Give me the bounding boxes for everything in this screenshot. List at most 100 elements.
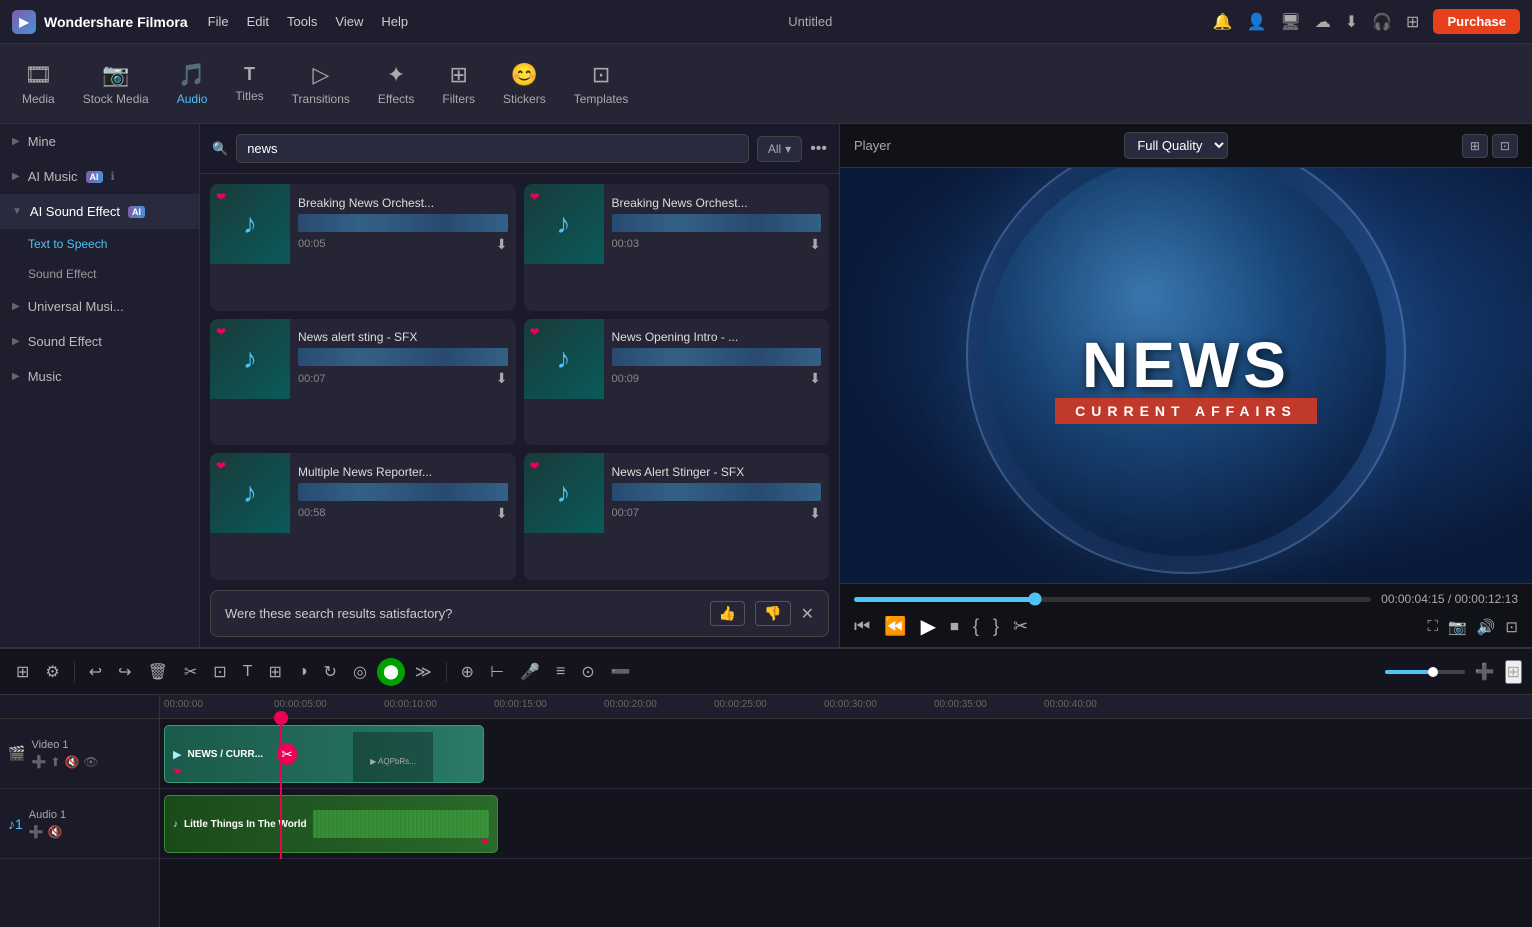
text-button[interactable]: T [237, 659, 259, 685]
tl-snap-button[interactable]: ⊢ [484, 658, 510, 686]
eye-track-icon[interactable]: 👁 [83, 755, 98, 769]
blend-button[interactable]: ◎ [347, 658, 373, 686]
download-btn-5[interactable]: ⬇ [809, 505, 821, 522]
toolbar-item-stickers[interactable]: 😊 Stickers [489, 56, 560, 112]
toolbar-item-titles[interactable]: T Titles [221, 58, 277, 109]
toolbar-item-audio[interactable]: 🎵 Audio [163, 56, 222, 112]
monitor-icon[interactable]: 🖥 [1280, 12, 1300, 32]
menu-file[interactable]: File [208, 14, 229, 29]
timeline-scenes-button[interactable]: ⊞ [10, 658, 35, 686]
toolbar-item-media[interactable]: 🎞 Media [8, 56, 69, 112]
delete-button[interactable]: 🗑 [142, 658, 174, 686]
cloud-upload-icon[interactable]: ☁ [1315, 12, 1331, 32]
fullscreen-button[interactable]: ⛶ [1428, 618, 1439, 636]
menu-edit[interactable]: Edit [247, 14, 269, 29]
progress-track[interactable] [854, 597, 1371, 602]
audio-card-5[interactable]: ❤ ♪ News Alert Stinger - SFX 00:07 ⬇ [524, 453, 830, 580]
crop-button[interactable]: ⊞ [262, 658, 287, 686]
headset-icon[interactable]: 🎧 [1372, 12, 1392, 32]
tl-zoom-in[interactable]: ➕ [1469, 658, 1501, 686]
sidebar-item-ai-music[interactable]: ▶ AI Music AI ℹ [0, 159, 199, 194]
mark-in-button[interactable]: { [973, 616, 979, 637]
thumbdown-button[interactable]: 👎 [755, 601, 790, 626]
add-audio-icon[interactable]: ➕ [29, 825, 44, 839]
record-button[interactable]: ⬤ [377, 658, 405, 686]
redo-button[interactable]: ↪ [112, 658, 137, 686]
menu-tools[interactable]: Tools [287, 14, 317, 29]
profile-icon[interactable]: 👤 [1246, 12, 1266, 32]
tl-grid-view[interactable]: ⊞ [1505, 660, 1522, 684]
pip-button[interactable]: ⊡ [1505, 618, 1518, 636]
toolbar-item-templates[interactable]: ⊡ Templates [560, 56, 643, 112]
grid-view-button[interactable]: ⊞ [1462, 134, 1488, 158]
playhead[interactable] [280, 719, 282, 859]
expand-view-button[interactable]: ⊡ [1492, 134, 1518, 158]
audio-card-1[interactable]: ❤ ♪ Breaking News Orchest... 00:03 ⬇ [524, 184, 830, 311]
audio-card-2[interactable]: ❤ ♪ News alert sting - SFX 00:07 ⬇ [210, 319, 516, 446]
mute-track-icon[interactable]: 🔇 [64, 755, 79, 769]
sidebar-item-sound-effect-sub[interactable]: Sound Effect [0, 259, 199, 289]
download-icon[interactable]: ⬇ [1345, 12, 1358, 32]
snapshot-button[interactable]: 📷 [1448, 618, 1467, 636]
sidebar-item-text-to-speech[interactable]: Text to Speech [0, 229, 199, 259]
tl-zoom-out[interactable]: ➖ [605, 658, 637, 686]
sidebar-item-sound-effect[interactable]: ▶ Sound Effect [0, 324, 199, 359]
sidebar-item-ai-sound[interactable]: ▼ AI Sound Effect AI [0, 194, 199, 229]
mute-audio-icon[interactable]: 🔇 [48, 825, 63, 839]
export-track-icon[interactable]: ⬆ [50, 755, 60, 769]
tl-tracks-button[interactable]: ≡ [550, 659, 571, 685]
audio-waveform-2 [298, 348, 508, 366]
refresh-button[interactable]: ↻ [318, 658, 343, 686]
copy-button[interactable]: ⊡ [207, 658, 232, 686]
notification-icon[interactable]: 🔔 [1213, 12, 1233, 32]
timeline-tool-button[interactable]: ⚙ [39, 658, 65, 686]
player-screen: NEWS CURRENT AFFAIRS [840, 168, 1532, 583]
adjust-button[interactable]: ◑ [292, 659, 314, 685]
mark-out-button[interactable]: } [993, 616, 999, 637]
stop-button[interactable]: ⏹ [950, 616, 959, 637]
menu-help[interactable]: Help [381, 14, 408, 29]
thumbup-button[interactable]: 👍 [710, 601, 745, 626]
sidebar-item-music[interactable]: ▶ Music [0, 359, 199, 394]
tl-select-button[interactable]: ⊕ [455, 658, 480, 686]
tl-replace-button[interactable]: ⊙ [575, 658, 600, 686]
toolbar-item-filters[interactable]: ⊞ Filters [428, 56, 489, 112]
add-track-icon[interactable]: ➕ [31, 755, 46, 769]
download-btn-0[interactable]: ⬇ [496, 236, 508, 253]
audio-card-3[interactable]: ❤ ♪ News Opening Intro - ... 00:09 ⬇ [524, 319, 830, 446]
download-btn-4[interactable]: ⬇ [496, 505, 508, 522]
cut-button[interactable]: ✂ [178, 658, 203, 686]
frame-back-button[interactable]: ⏪ [884, 616, 906, 637]
download-btn-3[interactable]: ⬇ [809, 370, 821, 387]
heart-icon-1: ❤ [530, 190, 540, 204]
volume-button[interactable]: 🔊 [1477, 618, 1496, 636]
info-icon-music[interactable]: ℹ [111, 170, 115, 183]
audio-card-0[interactable]: ❤ ♪ Breaking News Orchest... 00:05 ⬇ [210, 184, 516, 311]
play-button[interactable]: ▶ [921, 614, 936, 639]
audio-card-4[interactable]: ❤ ♪ Multiple News Reporter... 00:58 ⬇ [210, 453, 516, 580]
timeline-track-area[interactable]: 00:00:00 00:00:05:00 00:00:10:00 00:00:1… [160, 695, 1532, 927]
toolbar-item-transitions[interactable]: ▷ Transitions [278, 56, 364, 112]
sidebar-item-mine[interactable]: ▶ Mine [0, 124, 199, 159]
search-input[interactable] [236, 134, 749, 163]
download-btn-1[interactable]: ⬇ [809, 236, 821, 253]
sidebar-item-universal-music[interactable]: ▶ Universal Musi... [0, 289, 199, 324]
zoom-track[interactable] [1385, 670, 1465, 674]
purchase-button[interactable]: Purchase [1433, 9, 1520, 34]
more-options-button[interactable]: ••• [810, 140, 827, 158]
undo-button[interactable]: ↩ [83, 658, 108, 686]
quality-select[interactable]: Full Quality 1/2 Quality 1/4 Quality [1124, 132, 1228, 159]
skip-back-button[interactable]: ⏮ [854, 616, 870, 637]
trim-button[interactable]: ✂ [1013, 616, 1028, 637]
download-btn-2[interactable]: ⬇ [496, 370, 508, 387]
tl-mic-button[interactable]: 🎤 [514, 658, 546, 686]
menu-view[interactable]: View [335, 14, 363, 29]
toolbar-item-stock-media[interactable]: 📷 Stock Media [69, 56, 163, 112]
more-tl-button[interactable]: ≫ [409, 658, 438, 686]
video-clip[interactable]: ▶ NEWS / CURR... ▶ AQPbRs... ✂ ❤ [164, 725, 484, 783]
apps-grid-icon[interactable]: ⊞ [1406, 12, 1419, 32]
filter-dropdown[interactable]: All ▾ [757, 136, 802, 162]
audio-clip[interactable]: ♪ Little Things In The World ❤ [164, 795, 498, 853]
toolbar-item-effects[interactable]: ✦ Effects [364, 56, 428, 112]
feedback-close-button[interactable]: ✕ [801, 604, 814, 624]
